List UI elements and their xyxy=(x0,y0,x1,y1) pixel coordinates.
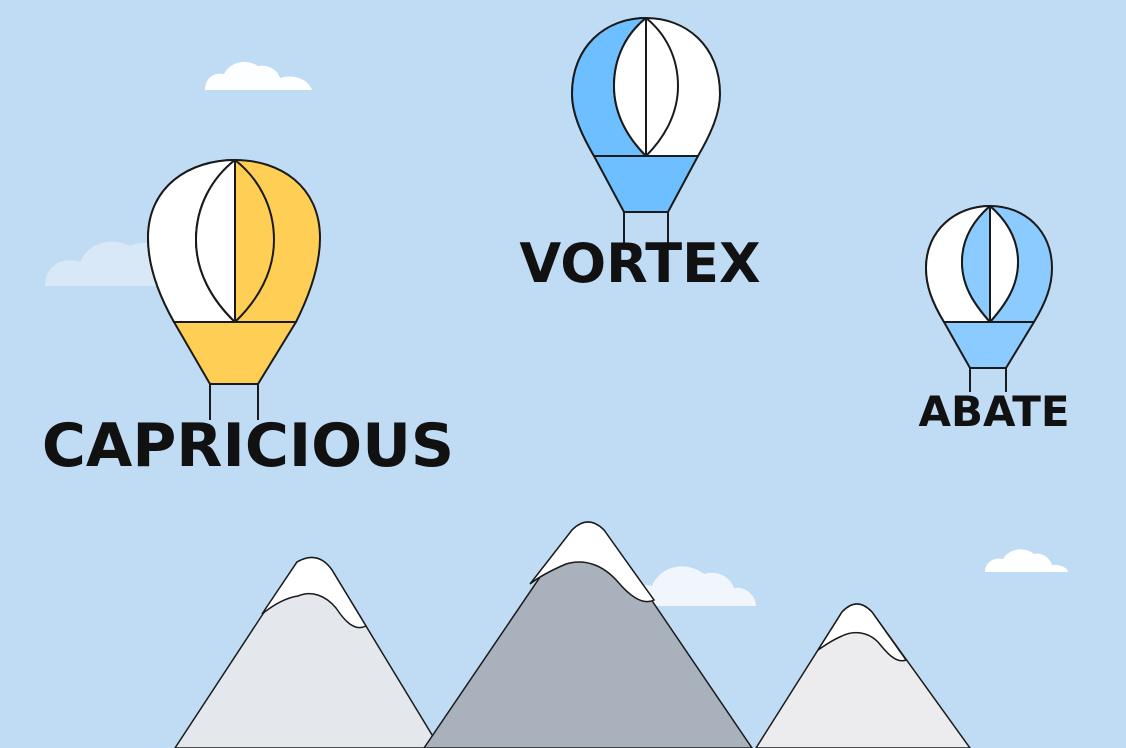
game-scene: CAPRICIOUS VORTEX ABATE xyxy=(0,0,1126,748)
balloon-word: CAPRICIOUS xyxy=(42,411,454,481)
balloon-word: VORTEX xyxy=(519,232,760,295)
balloon-word: ABATE xyxy=(918,387,1069,436)
